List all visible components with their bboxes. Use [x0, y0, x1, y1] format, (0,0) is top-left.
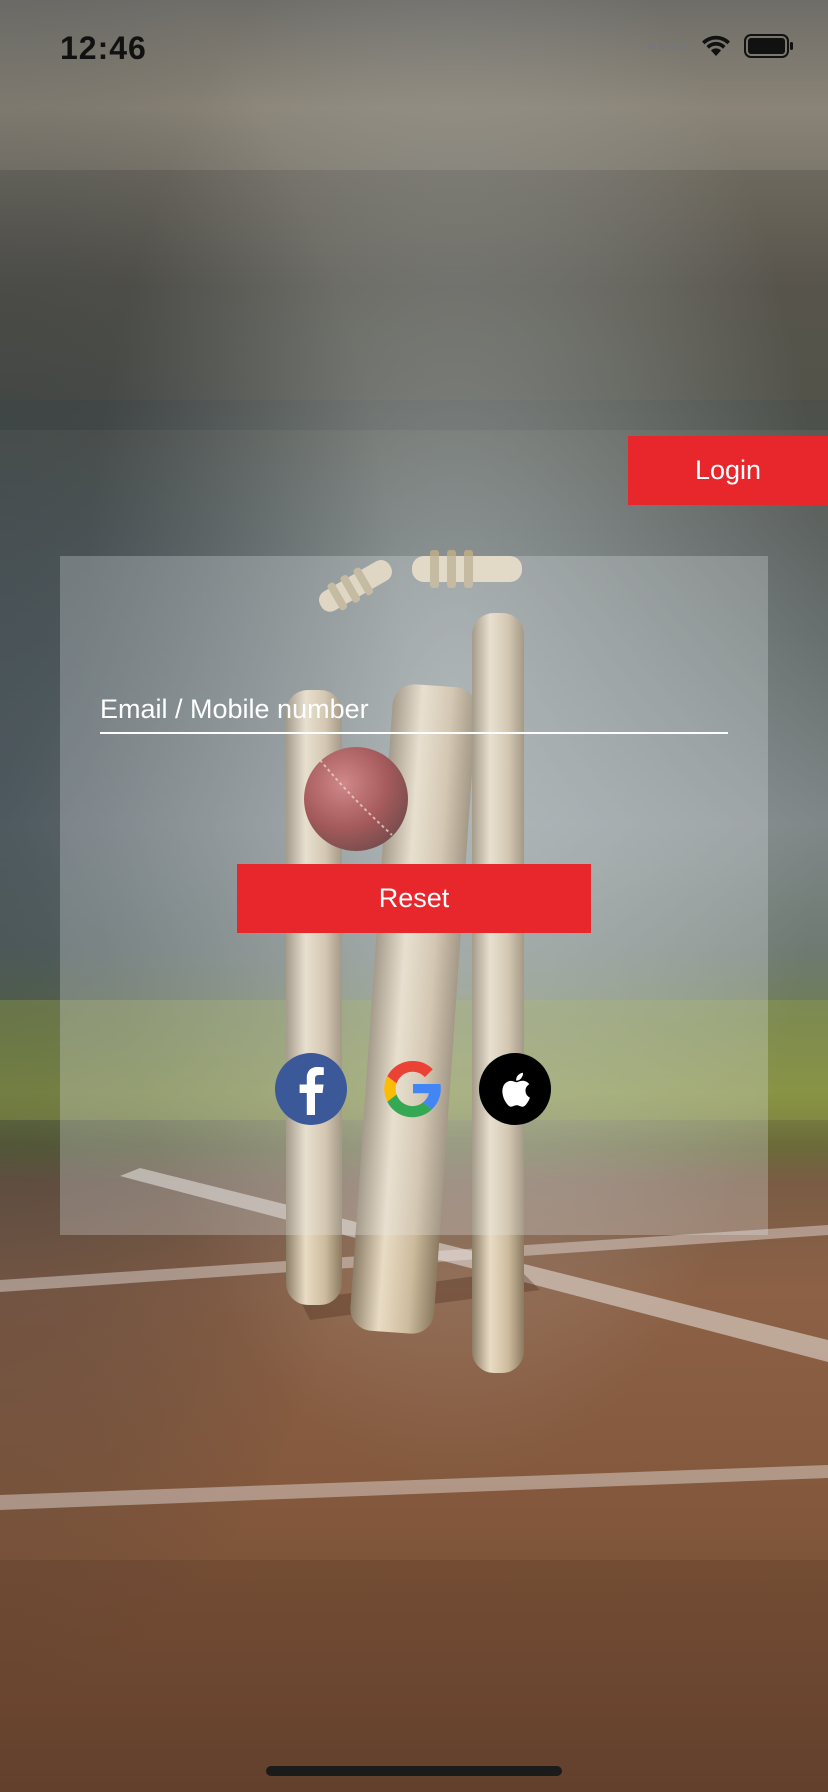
google-icon — [384, 1060, 441, 1118]
battery-icon — [744, 34, 793, 58]
apple-login-button[interactable] — [479, 1053, 551, 1125]
facebook-login-button[interactable] — [275, 1053, 347, 1125]
google-login-button[interactable] — [377, 1053, 449, 1125]
home-indicator[interactable] — [266, 1766, 562, 1776]
email-mobile-input[interactable] — [100, 686, 728, 734]
reset-button[interactable]: Reset — [237, 864, 591, 933]
wifi-icon — [702, 35, 730, 56]
apple-icon — [479, 1053, 551, 1125]
cellular-signal-icon — [648, 42, 688, 50]
status-indicators — [648, 34, 794, 58]
status-bar: 12:46 — [0, 0, 828, 100]
status-time: 12:46 — [60, 30, 147, 66]
login-button[interactable]: Login — [628, 436, 828, 505]
screen: 12:46 Login Reset — [0, 0, 828, 1792]
facebook-icon — [275, 1053, 347, 1125]
